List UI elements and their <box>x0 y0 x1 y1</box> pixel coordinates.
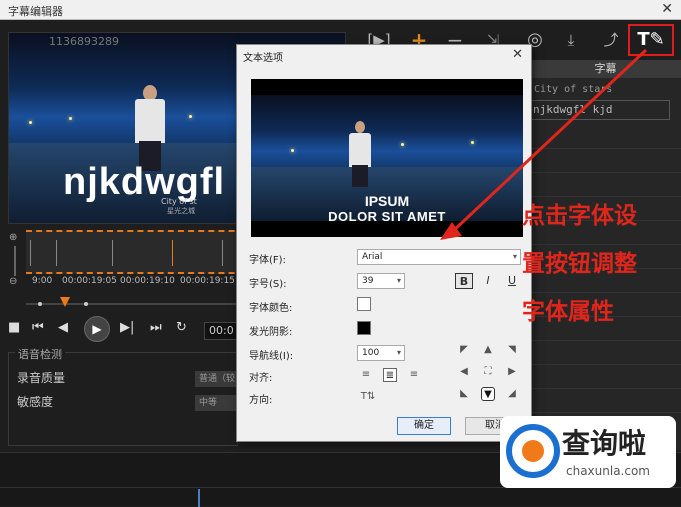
annotation-line-3: 字体属性 <box>522 299 614 325</box>
site-logo: 查询啦 chaxunla.com <box>500 416 676 488</box>
logo-dot <box>522 440 544 462</box>
annotation-line-1: 点击字体设 <box>522 203 637 229</box>
logo-url: chaxunla.com <box>566 464 650 478</box>
logo-brand: 查询啦 <box>562 427 647 460</box>
annotation-line-2: 置按钮调整 <box>522 251 637 277</box>
